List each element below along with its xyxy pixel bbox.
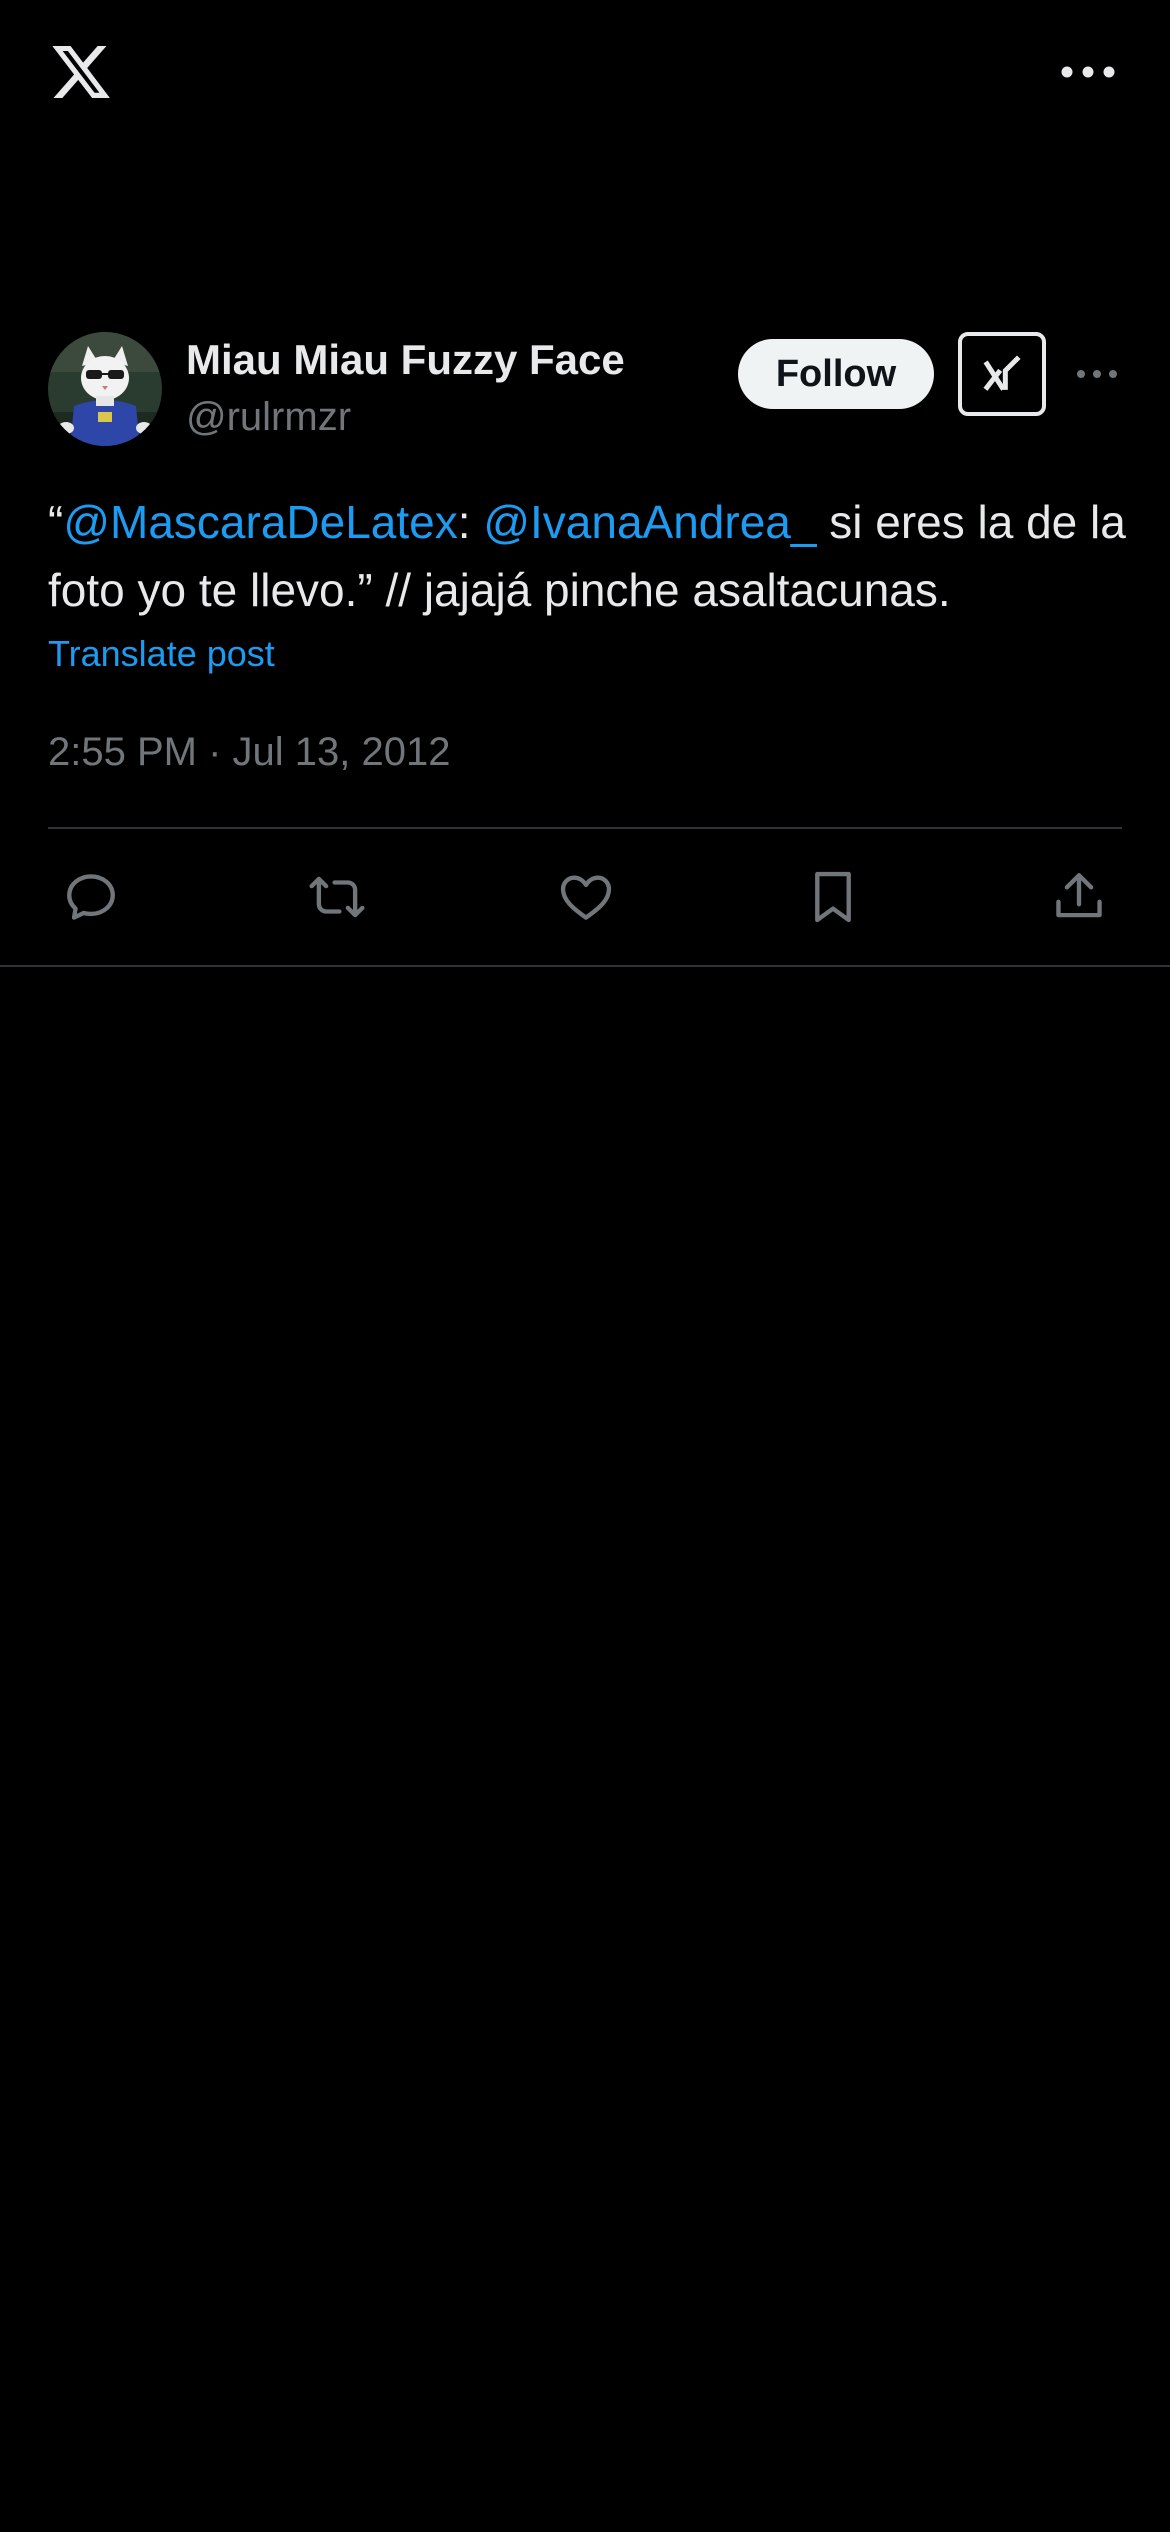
divider bbox=[48, 827, 1122, 829]
x-logo-icon[interactable] bbox=[48, 40, 114, 104]
translate-post-link[interactable]: Translate post bbox=[48, 630, 275, 678]
repost-icon bbox=[309, 876, 365, 918]
post-timestamp[interactable]: 2:55 PM · Jul 13, 2012 bbox=[48, 726, 450, 778]
mention-link[interactable]: @MascaraDeLatex bbox=[63, 496, 457, 548]
author-handle[interactable]: @rulrmzr bbox=[186, 394, 351, 440]
reply-icon bbox=[67, 874, 115, 920]
repost-button[interactable] bbox=[302, 862, 372, 932]
bookmark-button[interactable] bbox=[798, 862, 868, 932]
bookmark-icon bbox=[815, 871, 851, 923]
divider bbox=[0, 965, 1170, 967]
mention-link[interactable]: @IvanaAndrea_ bbox=[483, 496, 816, 548]
grok-icon bbox=[983, 355, 1021, 391]
reply-button[interactable] bbox=[56, 862, 126, 932]
share-button[interactable] bbox=[1044, 862, 1114, 932]
post-more-icon[interactable] bbox=[1076, 364, 1118, 384]
grok-button[interactable] bbox=[958, 332, 1046, 416]
like-icon bbox=[560, 875, 612, 920]
author-display-name[interactable]: Miau Miau Fuzzy Face bbox=[186, 336, 625, 384]
share-icon bbox=[1056, 873, 1102, 918]
post-text: “@MascaraDeLatex: @IvanaAndrea_ si eres … bbox=[48, 488, 1128, 624]
post-text-open-quote: “ bbox=[48, 496, 64, 548]
more-options-icon[interactable] bbox=[1060, 60, 1116, 84]
like-button[interactable] bbox=[551, 862, 621, 932]
post-text-colon: : bbox=[457, 496, 484, 548]
avatar[interactable] bbox=[48, 332, 162, 446]
follow-button[interactable]: Follow bbox=[738, 339, 934, 409]
